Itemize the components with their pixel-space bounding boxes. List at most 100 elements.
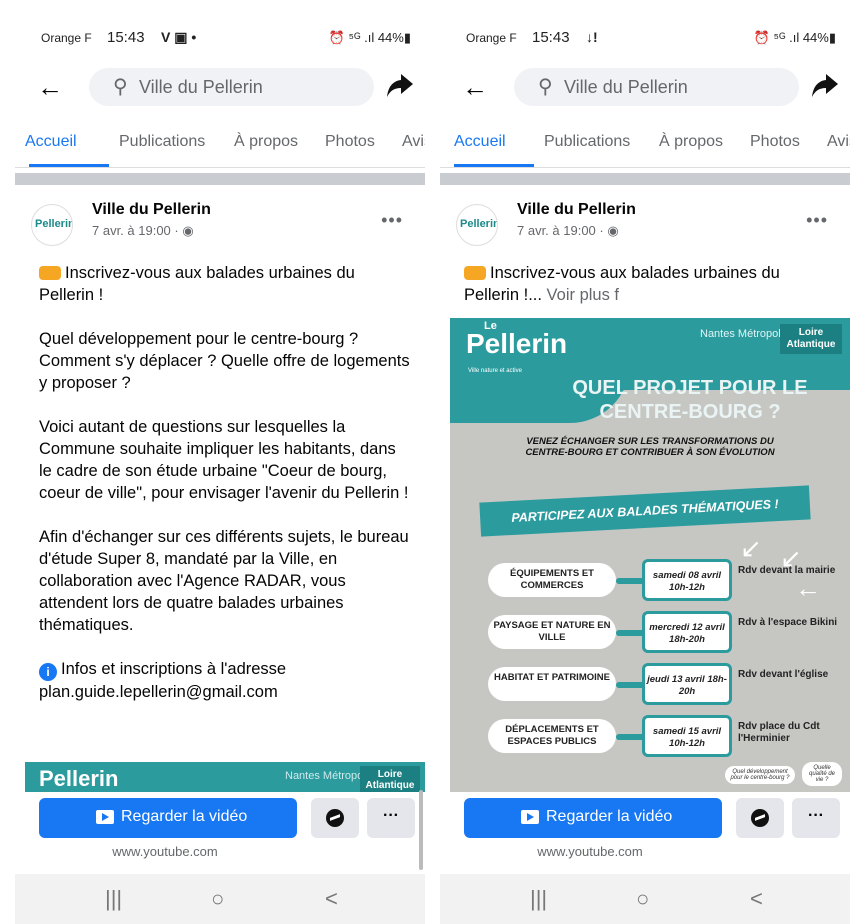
poster-row-rdv: Rdv place du Cdt l'Herminier — [738, 721, 820, 744]
avatar[interactable]: Pellerin — [456, 204, 498, 246]
post-paragraph-2: Quel développement pour le centre-bourg … — [39, 330, 410, 392]
phone-screen-right: Orange F 15:43 ↓! ⏰ ⁵ᴳ .ıl 44%▮ ← ⚲ Vill… — [440, 0, 850, 924]
poster-row: ÉQUIPEMENTS ET COMMERCES samedi 08 avril… — [488, 559, 848, 601]
poster-logo: Pellerin — [39, 766, 119, 791]
more-button[interactable]: ··· — [367, 798, 415, 838]
search-icon: ⚲ — [113, 76, 128, 98]
scrollbar[interactable] — [419, 790, 423, 870]
android-nav-bar: ||| ○ < — [15, 874, 425, 924]
watch-video-button[interactable]: Regarder la vidéo — [39, 798, 297, 838]
messenger-icon — [751, 809, 769, 827]
poster-row: HABITAT ET PATRIMOINE jeudi 13 avril 18h… — [488, 663, 848, 705]
info-icon: i — [39, 663, 57, 681]
poster-row-label: DÉPLACEMENTS ET ESPACES PUBLICS — [488, 719, 616, 753]
system-icons: ⏰ ⁵ᴳ .ıl 44%▮ — [753, 30, 836, 45]
tab-accueil[interactable]: Accueil — [454, 133, 506, 151]
post-body: Inscrivez-vous aux balades urbaines du P… — [39, 262, 411, 725]
top-bar: ← ⚲ Ville du Pellerin — [15, 62, 425, 112]
post-options-icon[interactable]: ••• — [806, 210, 828, 231]
nantes-logo: Nantes Métropole — [285, 770, 372, 782]
loire-logo: Loire Atlantique — [780, 324, 842, 354]
post-header: Pellerin Ville du Pellerin 7 avr. à 19:0… — [440, 198, 850, 248]
tab-avis[interactable]: Avis — [402, 133, 425, 151]
android-nav-bar: ||| ○ < — [440, 874, 850, 924]
status-bar: Orange F 15:43 ↓! ⏰ ⁵ᴳ .ıl 44%▮ — [440, 28, 850, 48]
messenger-icon — [326, 809, 344, 827]
post-intro: Inscrivez-vous aux balades urbaines du P… — [39, 264, 355, 304]
avatar[interactable]: Pellerin — [31, 204, 73, 246]
see-more-link[interactable]: Voir plus f — [547, 286, 619, 304]
tab-avis[interactable]: Avis — [827, 133, 850, 151]
search-query: Ville du Pellerin — [564, 77, 688, 97]
carrier: Orange F — [466, 31, 517, 45]
active-tab-indicator — [454, 164, 534, 167]
poster-tagline: Ville nature et active — [468, 368, 522, 374]
status-time: 15:43 — [107, 29, 145, 46]
poster-row: PAYSAGE ET NATURE EN VILLE mercredi 12 a… — [488, 611, 848, 653]
poster-row-date: jeudi 13 avril 18h-20h — [642, 663, 732, 705]
home-icon[interactable]: ○ — [211, 886, 224, 912]
page-tabs: Accueil Publications À propos Photos Avi… — [15, 126, 425, 168]
back-nav-icon[interactable]: < — [750, 886, 763, 912]
post-author[interactable]: Ville du Pellerin — [92, 201, 211, 219]
share-icon[interactable] — [810, 70, 840, 100]
messenger-button[interactable] — [311, 798, 359, 838]
poster-title: QUEL PROJET POUR LE CENTRE-BOURG ? — [572, 377, 808, 423]
status-bar: Orange F 15:43 V ▣ • ⏰ ⁵ᴳ .ıl 44%▮ — [15, 28, 425, 48]
top-bar: ← ⚲ Ville du Pellerin — [440, 62, 850, 112]
poster-row-date: mercredi 12 avril 18h-20h — [642, 611, 732, 653]
search-field[interactable]: ⚲ Ville du Pellerin — [89, 68, 374, 106]
back-nav-icon[interactable]: < — [325, 886, 338, 912]
watch-video-button[interactable]: Regarder la vidéo — [464, 798, 722, 838]
arrow-icon: ↙ — [740, 533, 762, 563]
tab-photos[interactable]: Photos — [325, 133, 375, 151]
page-tabs: Accueil Publications À propos Photos Avi… — [440, 126, 850, 168]
link-domain: www.youtube.com — [112, 844, 218, 859]
video-action-bar: Regarder la vidéo ··· www.youtube.com — [15, 792, 425, 870]
poster-bubble: Quelle qualité de vie ? — [802, 762, 842, 786]
link-domain: www.youtube.com — [537, 844, 643, 859]
tab-publications[interactable]: Publications — [544, 133, 630, 151]
messenger-button[interactable] — [736, 798, 784, 838]
poster-logo: Le Pellerin — [466, 320, 568, 359]
phone-screen-left: Orange F 15:43 V ▣ • ⏰ ⁵ᴳ .ıl 44%▮ ← ⚲ V… — [15, 0, 425, 924]
post-options-icon[interactable]: ••• — [381, 210, 403, 231]
tab-accueil[interactable]: Accueil — [25, 133, 77, 151]
tab-a-propos[interactable]: À propos — [234, 133, 298, 151]
poster-banner: PARTICIPEZ AUX BALADES THÉMATIQUES ! — [479, 485, 811, 537]
nantes-logo: Nantes Métropole — [700, 328, 787, 340]
search-field[interactable]: ⚲ Ville du Pellerin — [514, 68, 799, 106]
poster-image[interactable]: Le Pellerin Ville nature et active Nantes… — [450, 318, 850, 803]
back-arrow-icon[interactable]: ← — [37, 72, 63, 103]
home-icon[interactable]: ○ — [636, 886, 649, 912]
system-icons: ⏰ ⁵ᴳ .ıl 44%▮ — [328, 30, 411, 45]
post-date: 7 avr. à 19:00 · ◉ — [517, 223, 619, 238]
poster-row-label: PAYSAGE ET NATURE EN VILLE — [488, 615, 616, 649]
post-paragraph-3: Voici autant de questions sur lesquelles… — [39, 418, 409, 502]
notification-icons: ↓! — [586, 29, 598, 45]
post-intro: Inscrivez-vous aux balades urbaines du P… — [464, 264, 780, 304]
pointing-hand-icon — [464, 266, 486, 280]
post-author[interactable]: Ville du Pellerin — [517, 201, 636, 219]
recent-apps-icon[interactable]: ||| — [105, 886, 122, 912]
poster-row-label: HABITAT ET PATRIMOINE — [488, 667, 616, 701]
search-icon: ⚲ — [538, 76, 553, 98]
poster-row-label: ÉQUIPEMENTS ET COMMERCES — [488, 563, 616, 597]
post-paragraph-4: Afin d'échanger sur ces différents sujet… — [39, 528, 409, 634]
poster-row-date: samedi 08 avril 10h-12h — [642, 559, 732, 601]
recent-apps-icon[interactable]: ||| — [530, 886, 547, 912]
back-arrow-icon[interactable]: ← — [462, 72, 488, 103]
post-header: Pellerin Ville du Pellerin 7 avr. à 19:0… — [15, 198, 425, 248]
poster-bubble: Quel développement pour le centre-bourg … — [725, 766, 795, 784]
carrier: Orange F — [41, 31, 92, 45]
video-play-icon — [521, 810, 539, 824]
tab-a-propos[interactable]: À propos — [659, 133, 723, 151]
tab-photos[interactable]: Photos — [750, 133, 800, 151]
divider — [440, 173, 850, 185]
pointing-hand-icon — [39, 266, 61, 280]
tab-publications[interactable]: Publications — [119, 133, 205, 151]
notification-icons: V ▣ • — [161, 29, 197, 45]
poster-row-rdv: Rdv devant la mairie — [738, 565, 836, 576]
more-button[interactable]: ··· — [792, 798, 840, 838]
share-icon[interactable] — [385, 70, 415, 100]
